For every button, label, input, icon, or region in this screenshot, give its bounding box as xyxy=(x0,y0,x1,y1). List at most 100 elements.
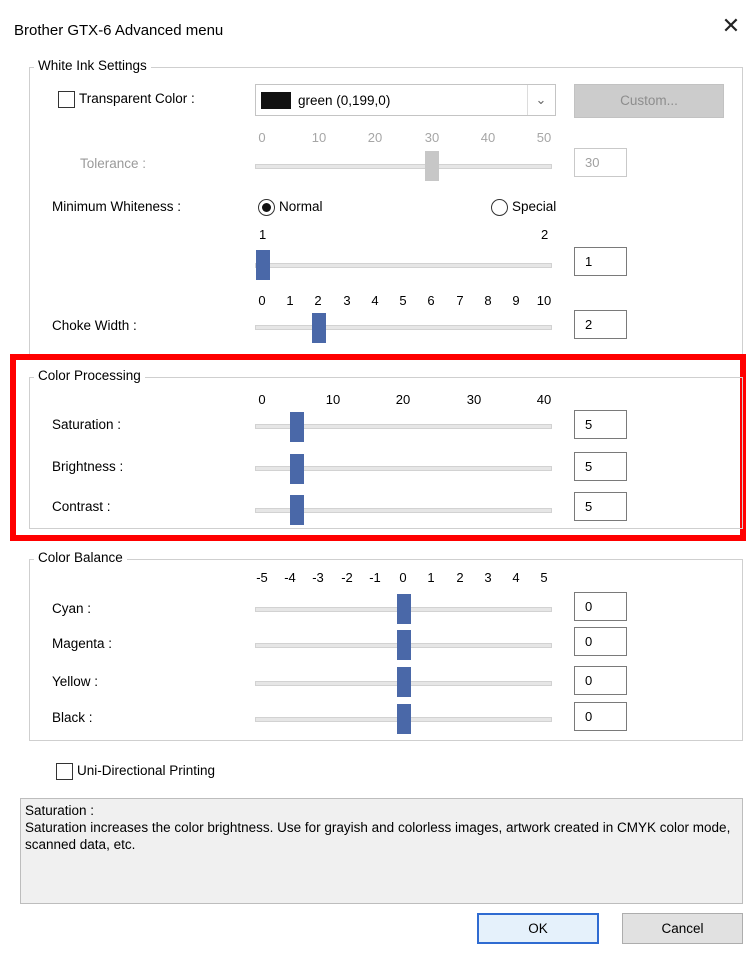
cancel-button[interactable]: Cancel xyxy=(622,913,743,944)
tick-label: 1 xyxy=(427,570,435,585)
contrast-label: Contrast : xyxy=(52,499,111,514)
color-processing-ticks: 0 10 20 30 40 xyxy=(0,392,748,408)
black-value[interactable]: 0 xyxy=(574,702,627,731)
saturation-slider-thumb[interactable] xyxy=(290,412,304,442)
normal-radio-label: Normal xyxy=(279,199,323,214)
tick-label: 20 xyxy=(367,130,383,145)
tick-label: 4 xyxy=(512,570,520,585)
whiteness-slider-thumb[interactable] xyxy=(256,250,270,280)
normal-radio[interactable] xyxy=(258,199,275,216)
tick-label: 0 xyxy=(258,293,266,308)
radio-dot xyxy=(262,203,271,212)
tolerance-value[interactable]: 30 xyxy=(574,148,627,177)
yellow-label: Yellow : xyxy=(52,674,99,689)
special-radio[interactable] xyxy=(491,199,508,216)
black-label: Black : xyxy=(52,710,93,725)
tolerance-slider-track xyxy=(255,164,552,169)
black-slider-thumb[interactable] xyxy=(397,704,411,734)
tick-label: 30 xyxy=(466,392,482,407)
tick-label: -3 xyxy=(312,570,324,585)
yellow-value[interactable]: 0 xyxy=(574,666,627,695)
description-panel: Saturation : Saturation increases the co… xyxy=(20,798,743,904)
tick-label: 10 xyxy=(325,392,341,407)
transparent-color-checkbox[interactable] xyxy=(58,91,75,108)
tolerance-label: Tolerance : xyxy=(80,156,147,171)
tick-label: 0 xyxy=(258,392,266,407)
tick-label: 50 xyxy=(536,130,552,145)
cyan-slider-thumb[interactable] xyxy=(397,594,411,624)
tick-label: 5 xyxy=(399,293,407,308)
cyan-value[interactable]: 0 xyxy=(574,592,627,621)
brightness-slider-thumb[interactable] xyxy=(290,454,304,484)
title-bar: Brother GTX-6 Advanced menu ✕ xyxy=(0,0,748,56)
tick-label: -1 xyxy=(369,570,381,585)
description-heading: Saturation : xyxy=(25,803,95,818)
magenta-value[interactable]: 0 xyxy=(574,627,627,656)
tick-label: 6 xyxy=(427,293,435,308)
brightness-value[interactable]: 5 xyxy=(574,452,627,481)
color-balance-group xyxy=(29,559,743,741)
choke-width-slider-track xyxy=(255,325,552,330)
tick-label: 1 xyxy=(286,293,294,308)
tolerance-slider-thumb[interactable] xyxy=(425,151,439,181)
whiteness-value[interactable]: 1 xyxy=(574,247,627,276)
tick-label: 10 xyxy=(311,130,327,145)
choke-width-value[interactable]: 2 xyxy=(574,310,627,339)
whiteness-slider-track xyxy=(255,263,552,268)
color-swatch xyxy=(261,92,291,109)
tolerance-ticks: 0 10 20 30 40 50 xyxy=(0,130,748,146)
contrast-slider-thumb[interactable] xyxy=(290,495,304,525)
tick-label: 9 xyxy=(512,293,520,308)
tick-label: 1 xyxy=(259,227,267,242)
tick-label: 5 xyxy=(540,570,548,585)
tick-label: 2 xyxy=(456,570,464,585)
combo-divider xyxy=(527,85,528,115)
white-ink-settings-title: White Ink Settings xyxy=(34,58,151,73)
close-icon[interactable]: ✕ xyxy=(718,14,744,40)
color-balance-ticks: -5 -4 -3 -2 -1 0 1 2 3 4 5 xyxy=(0,570,748,586)
tick-label: 0 xyxy=(399,570,407,585)
uni-directional-label: Uni-Directional Printing xyxy=(77,763,216,778)
special-radio-label: Special xyxy=(512,199,557,214)
magenta-slider-thumb[interactable] xyxy=(397,630,411,660)
saturation-value[interactable]: 5 xyxy=(574,410,627,439)
contrast-value[interactable]: 5 xyxy=(574,492,627,521)
tick-label: 4 xyxy=(371,293,379,308)
choke-width-label: Choke Width : xyxy=(52,318,137,333)
brightness-label: Brightness : xyxy=(52,459,124,474)
window-title: Brother GTX-6 Advanced menu xyxy=(14,22,224,39)
tick-label: 10 xyxy=(536,293,552,308)
ok-button[interactable]: OK xyxy=(477,913,599,944)
tick-label: 2 xyxy=(541,227,549,242)
transparent-color-dropdown[interactable]: green (0,199,0) ⌄ xyxy=(255,84,556,116)
color-processing-title: Color Processing xyxy=(34,368,145,383)
tick-label: 40 xyxy=(480,130,496,145)
tick-label: 0 xyxy=(258,130,266,145)
minimum-whiteness-label: Minimum Whiteness : xyxy=(52,199,182,214)
custom-button[interactable]: Custom... xyxy=(574,84,724,118)
tick-label: 8 xyxy=(484,293,492,308)
magenta-label: Magenta : xyxy=(52,636,113,651)
tick-label: -5 xyxy=(256,570,268,585)
bottom-edge xyxy=(0,947,748,953)
saturation-label: Saturation : xyxy=(52,417,122,432)
choke-width-ticks: 0 1 2 3 4 5 6 7 8 9 10 xyxy=(0,293,748,309)
tick-label: 2 xyxy=(314,293,322,308)
transparent-color-value: green (0,199,0) xyxy=(298,93,391,108)
tick-label: 40 xyxy=(536,392,552,407)
tick-label: 3 xyxy=(343,293,351,308)
choke-width-slider-thumb[interactable] xyxy=(312,313,326,343)
cyan-label: Cyan : xyxy=(52,601,92,616)
color-balance-title: Color Balance xyxy=(34,550,127,565)
transparent-color-label: Transparent Color : xyxy=(79,91,195,106)
tick-label: 20 xyxy=(395,392,411,407)
tick-label: -2 xyxy=(341,570,353,585)
yellow-slider-thumb[interactable] xyxy=(397,667,411,697)
chevron-down-icon[interactable]: ⌄ xyxy=(529,85,553,115)
tick-label: 30 xyxy=(424,130,440,145)
uni-directional-checkbox[interactable] xyxy=(56,763,73,780)
tick-label: 7 xyxy=(456,293,464,308)
description-text: Saturation increases the color brightnes… xyxy=(25,820,731,852)
tick-label: -4 xyxy=(284,570,296,585)
tick-label: 3 xyxy=(484,570,492,585)
